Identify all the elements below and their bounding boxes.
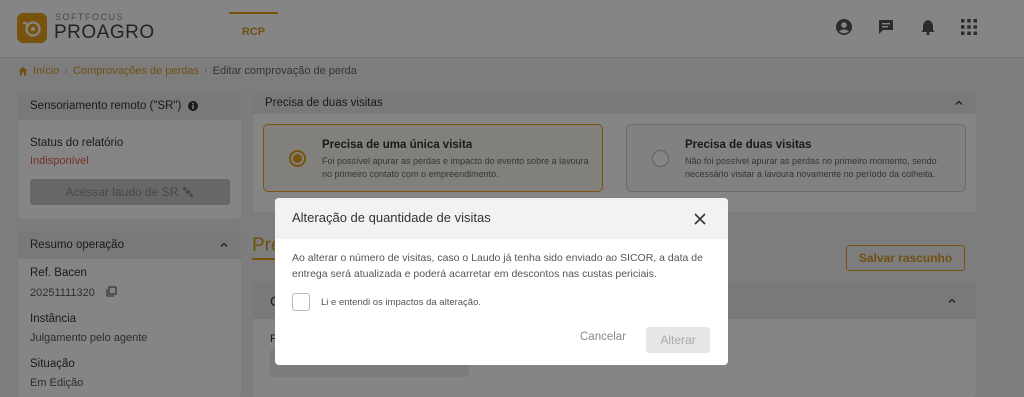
acknowledge-checkbox-label[interactable]: Li e entendi os impactos da alteração.	[321, 297, 481, 308]
dialog-body: Ao alterar o número de visitas, caso o L…	[292, 252, 703, 280]
dialog-title: Alteração de quantidade de visitas	[292, 210, 491, 225]
close-icon[interactable]	[691, 210, 709, 228]
acknowledge-checkbox[interactable]	[292, 293, 310, 311]
change-visits-dialog: Alteração de quantidade de visitas Ao al…	[275, 198, 728, 365]
cancel-button[interactable]: Cancelar	[580, 331, 626, 343]
dialog-header: Alteração de quantidade de visitas	[275, 198, 728, 239]
confirm-alter-button[interactable]: Alterar	[646, 327, 710, 353]
